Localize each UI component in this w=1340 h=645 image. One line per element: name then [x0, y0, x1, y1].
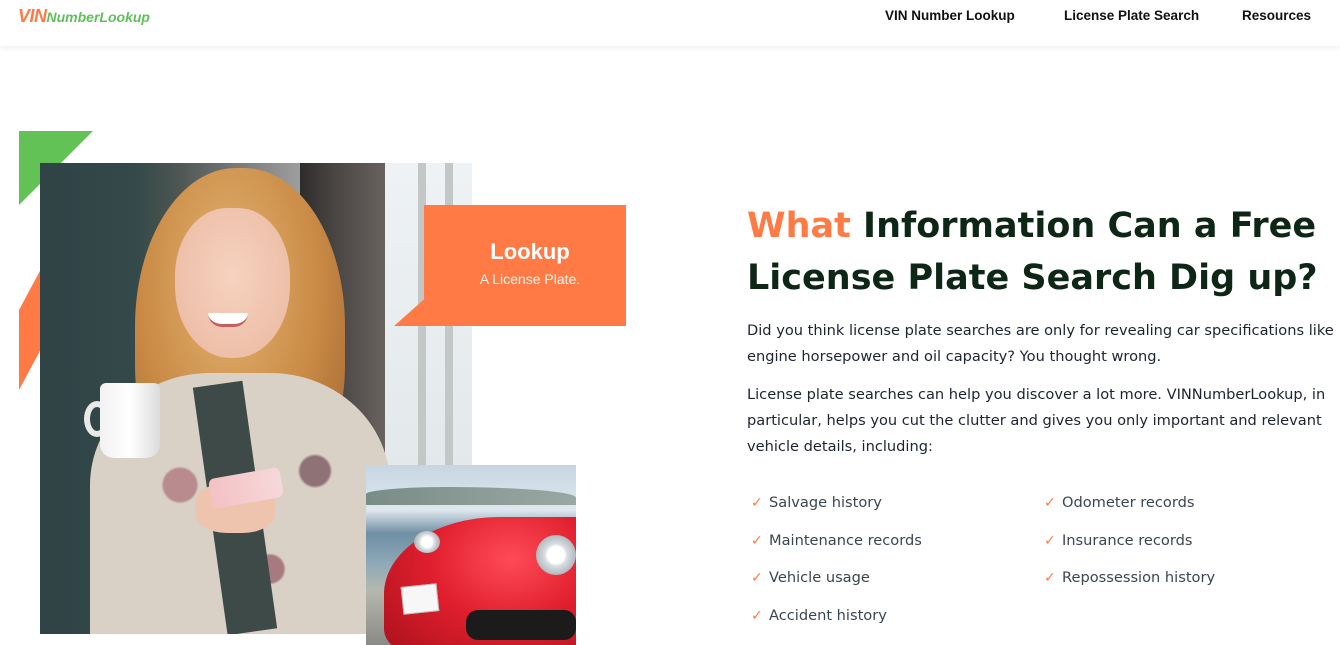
nav-vin-number-lookup[interactable]: VIN Number Lookup	[885, 8, 1015, 26]
red-car-photo	[366, 465, 576, 645]
list-item: ✓ Accident history	[751, 607, 887, 624]
site-header: VINNumberLookup VIN Number Lookup Licens…	[0, 0, 1340, 46]
site-logo[interactable]: VINNumberLookup	[18, 6, 150, 27]
nav-resources[interactable]: Resources	[1242, 8, 1311, 26]
list-item: ✓ Vehicle usage	[751, 569, 870, 586]
logo-text: NumberLookup	[46, 9, 150, 25]
section-heading: What Information Can a Free License Plat…	[747, 200, 1332, 304]
check-icon: ✓	[751, 608, 763, 624]
check-icon: ✓	[1044, 495, 1056, 511]
list-item: ✓ Repossession history	[1044, 569, 1216, 586]
list-item: ✓ Maintenance records	[751, 532, 922, 549]
logo-vin: VIN	[18, 6, 47, 26]
list-item: ✓ Odometer records	[1044, 494, 1195, 511]
check-icon: ✓	[1044, 570, 1056, 586]
nav-license-plate-search[interactable]: License Plate Search	[1064, 8, 1199, 26]
heading-accent: What	[747, 206, 851, 246]
intro-paragraph: Did you think license plate searches are…	[747, 322, 1334, 365]
check-icon: ✓	[751, 533, 763, 549]
lookup-banner-subtitle: A License Plate.	[479, 271, 581, 287]
lookup-banner-title: Lookup	[490, 239, 570, 264]
lookup-banner	[394, 205, 626, 326]
check-icon: ✓	[751, 495, 763, 511]
detail-paragraph: License plate searches can help you disc…	[747, 386, 1326, 455]
check-icon: ✓	[1044, 533, 1056, 549]
list-item: ✓ Salvage history	[751, 494, 882, 511]
list-item: ✓ Insurance records	[1044, 532, 1193, 549]
check-icon: ✓	[751, 570, 763, 586]
